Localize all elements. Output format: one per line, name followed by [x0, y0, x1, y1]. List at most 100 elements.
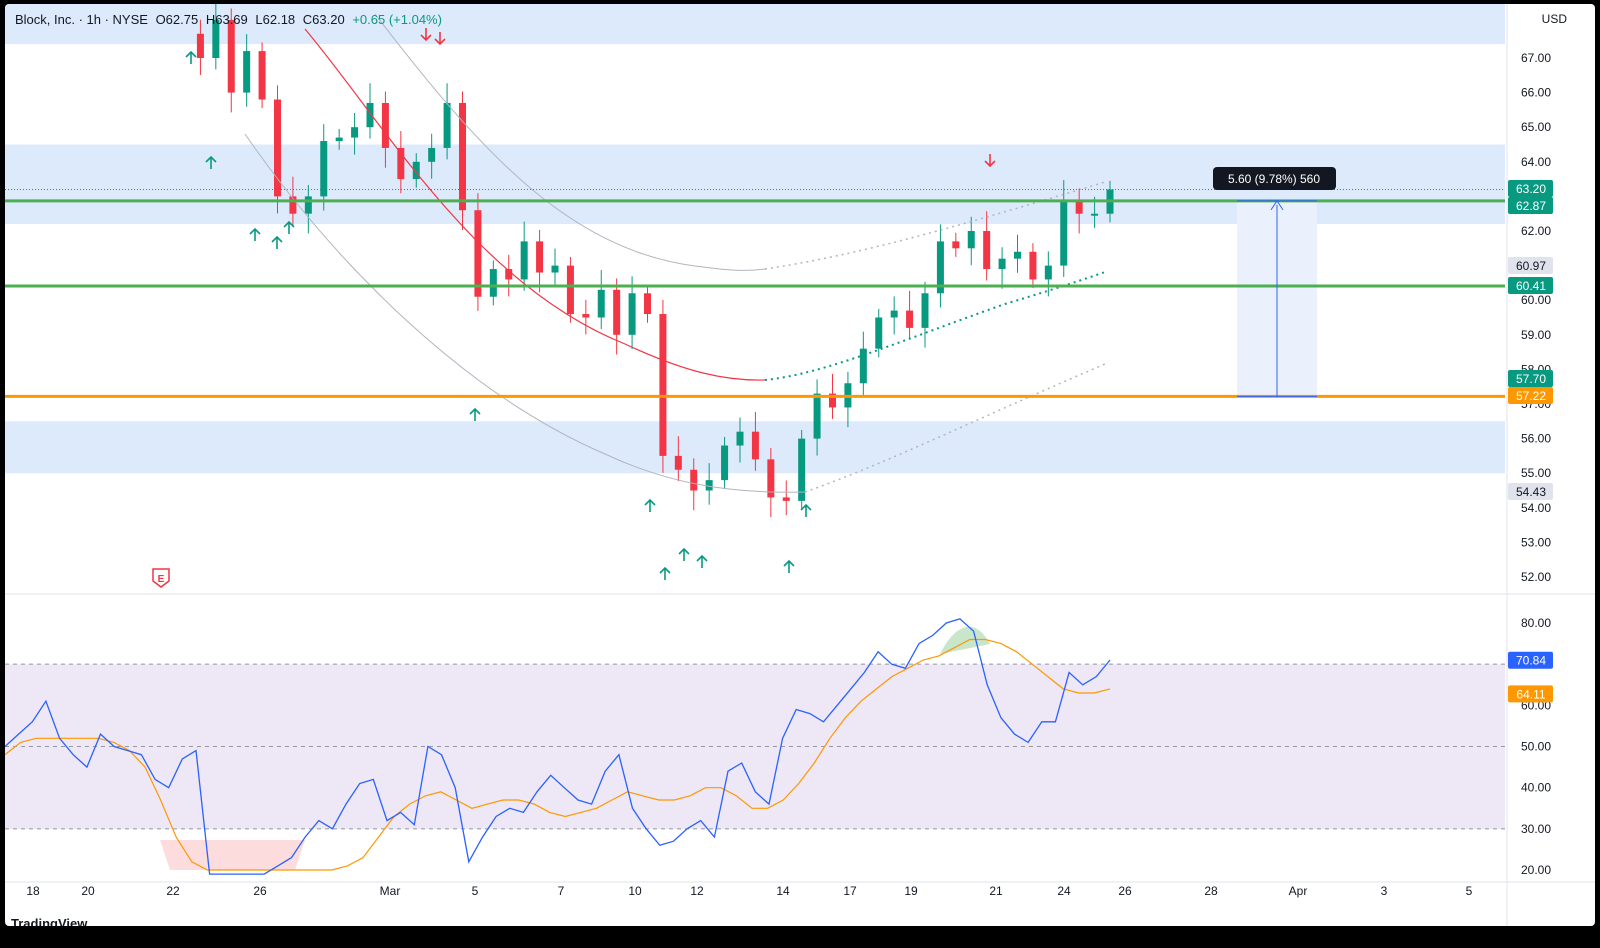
candle-body — [921, 293, 929, 328]
candle-body — [381, 102, 389, 148]
candle-body — [474, 210, 482, 297]
time-tick: 28 — [1204, 884, 1218, 898]
candle-body — [751, 431, 759, 460]
rsi-oversold-fill — [160, 840, 305, 870]
candle-body — [582, 314, 590, 318]
price-tick: 52.00 — [1521, 570, 1551, 584]
candle-body — [536, 241, 544, 273]
green-dotted-curve — [764, 271, 1106, 381]
time-tick: 17 — [843, 884, 857, 898]
time-tick: 24 — [1057, 884, 1071, 898]
candle-body — [705, 480, 713, 491]
candle-body — [890, 310, 898, 318]
price-label: 57.70 — [1516, 372, 1546, 386]
candle-body — [597, 289, 605, 318]
time-tick: 3 — [1381, 884, 1388, 898]
price-tick: 64.00 — [1521, 155, 1551, 169]
candle-body — [258, 51, 266, 100]
earnings-marker: E — [158, 574, 165, 585]
time-tick: 5 — [472, 884, 479, 898]
time-tick: 7 — [558, 884, 565, 898]
candle-body — [859, 348, 867, 384]
time-tick: Mar — [380, 884, 401, 898]
symbol-label[interactable]: Block, Inc. · 1h · NYSE — [15, 12, 148, 27]
candle-body — [443, 102, 451, 148]
buy-arrow-icon — [249, 227, 261, 241]
candle-body — [983, 231, 991, 270]
buy-arrow-icon — [800, 503, 812, 517]
buy-arrow-icon — [271, 235, 283, 249]
time-tick: 12 — [690, 884, 704, 898]
rsi-value-label: 70.84 — [1516, 654, 1546, 668]
buy-arrow-icon — [783, 559, 795, 573]
price-tick: 60.00 — [1521, 293, 1551, 307]
close-value: C63.20 — [302, 12, 345, 27]
time-tick: 19 — [904, 884, 918, 898]
candle-body — [613, 289, 621, 335]
price-label: 60.97 — [1516, 259, 1546, 273]
candle-body — [1060, 199, 1068, 266]
candle-body — [998, 258, 1006, 270]
high-value: H63.69 — [205, 12, 248, 27]
rsi-tick: 40.00 — [1521, 781, 1551, 795]
price-tick: 56.00 — [1521, 432, 1551, 446]
rsi-tick: 30.00 — [1521, 822, 1551, 836]
candle-body — [659, 314, 667, 456]
candle-body — [721, 445, 729, 481]
price-label: 54.43 — [1516, 485, 1546, 499]
candle-body — [875, 317, 883, 349]
price-label: 62.87 — [1516, 199, 1546, 213]
candle-body — [1014, 251, 1021, 259]
candle-body — [351, 127, 359, 138]
currency-label[interactable]: USD — [1542, 12, 1567, 26]
candle-body — [644, 293, 651, 315]
rsi-overbought-fill — [940, 626, 990, 654]
candle-body — [196, 33, 204, 58]
tradingview-logo: TradingView — [11, 916, 88, 926]
price-tick: 67.00 — [1521, 51, 1551, 65]
price-tick: 66.00 — [1521, 86, 1551, 100]
candle-body — [1091, 213, 1099, 216]
candle-body — [227, 19, 235, 93]
candle-body — [906, 310, 914, 328]
time-tick: 26 — [1118, 884, 1132, 898]
candle-body — [489, 269, 497, 297]
time-tick: 26 — [253, 884, 267, 898]
symbol-header: Block, Inc. · 1h · NYSE O62.75 H63.69 L6… — [15, 12, 446, 27]
price-tick: 65.00 — [1521, 120, 1551, 134]
time-tick: 10 — [628, 884, 642, 898]
time-tick: Apr — [1289, 884, 1308, 898]
buy-arrow-icon — [678, 547, 690, 561]
time-tick: 20 — [81, 884, 95, 898]
time-tick: 18 — [26, 884, 40, 898]
candle-body — [1029, 251, 1037, 280]
candle-body — [551, 265, 559, 273]
candle-body — [628, 293, 636, 335]
upper-band — [374, 13, 766, 271]
change-value: +0.65 (+1.04%) — [352, 12, 442, 27]
rsi-tick: 20.00 — [1521, 863, 1551, 877]
price-label: 57.22 — [1516, 389, 1546, 403]
candle-body — [952, 241, 960, 249]
candle-body — [674, 455, 682, 470]
buy-arrow-icon — [696, 554, 708, 568]
time-tick: 14 — [776, 884, 790, 898]
open-value: O62.75 — [155, 12, 199, 27]
chart-canvas[interactable]: 5.60 (9.78%) 560 E 67.00 66.00 65.00 64.00 63.… — [5, 4, 1595, 926]
candle-body — [243, 51, 251, 93]
candle-body — [520, 241, 528, 280]
buy-arrow-icon — [644, 498, 656, 512]
rsi-tick: 80.00 — [1521, 616, 1551, 630]
price-tick: 62.00 — [1521, 224, 1551, 238]
candle-body — [813, 393, 821, 439]
candle-body — [690, 469, 698, 491]
rsi-value-label: 64.11 — [1516, 687, 1545, 701]
candle-body — [335, 137, 343, 142]
candle-body — [967, 231, 975, 249]
candle-body — [782, 497, 790, 501]
measure-label: 5.60 (9.78%) 560 — [1228, 172, 1320, 186]
price-tick: 53.00 — [1521, 535, 1551, 549]
low-value: L62.18 — [255, 12, 296, 27]
price-tick: 55.00 — [1521, 466, 1551, 480]
candle-body — [428, 147, 436, 162]
